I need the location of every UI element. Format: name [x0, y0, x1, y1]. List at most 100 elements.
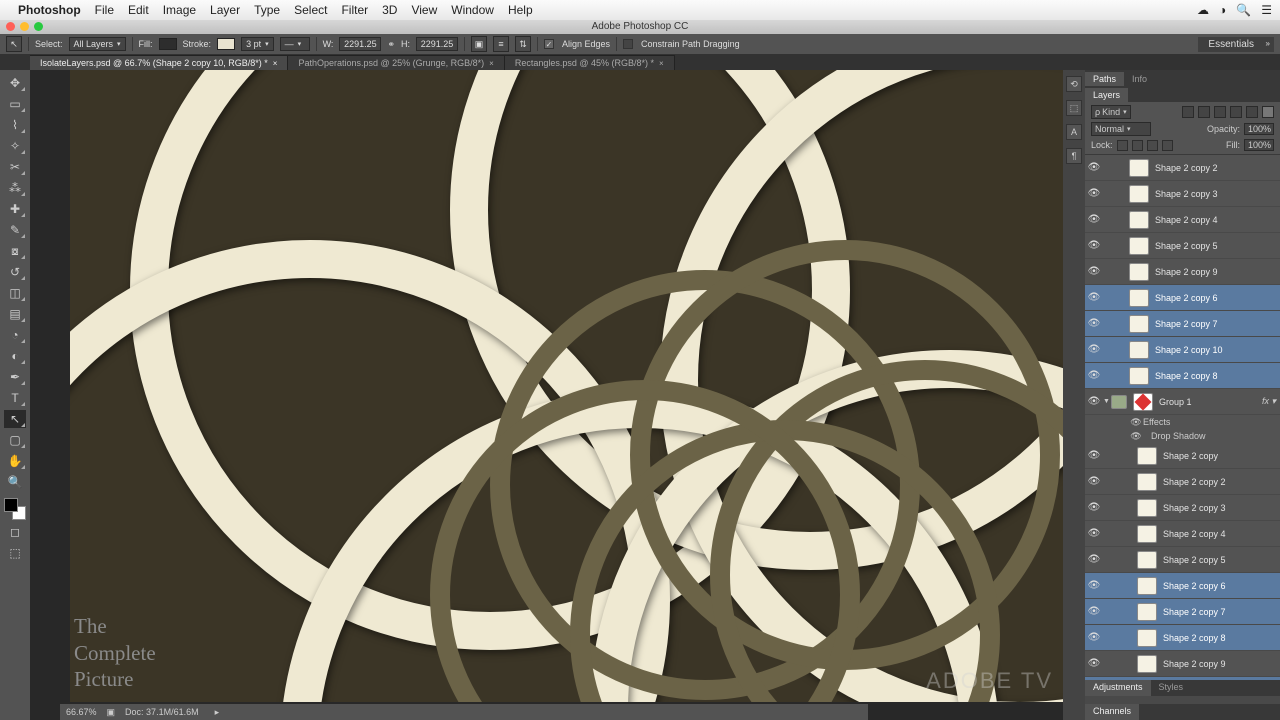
eraser-tool[interactable]: ◫: [4, 284, 26, 302]
layer-thumbnail[interactable]: [1137, 473, 1157, 491]
app-menu[interactable]: Photoshop: [18, 3, 81, 17]
align-edges-checkbox[interactable]: ✓: [544, 39, 554, 49]
layer-name[interactable]: Shape 2 copy 7: [1163, 607, 1226, 617]
layer-row[interactable]: 👁Shape 2 copy 6: [1085, 573, 1280, 599]
layer-name[interactable]: Shape 2 copy 8: [1155, 371, 1218, 381]
layer-name[interactable]: Shape 2 copy 4: [1155, 215, 1218, 225]
workspace-switcher[interactable]: Essentials: [1198, 37, 1274, 52]
height-field[interactable]: 2291.25: [416, 37, 458, 51]
character-panel-icon[interactable]: A: [1066, 124, 1082, 140]
layer-row[interactable]: 👁Shape 2 copy 3: [1085, 495, 1280, 521]
layer-row[interactable]: 👁Shape 2 copy 10: [1085, 677, 1280, 680]
filter-toggle-icon[interactable]: [1262, 106, 1274, 118]
screenmode-toggle[interactable]: ⬚: [4, 544, 26, 562]
layer-row[interactable]: 👁Shape 2 copy 10: [1085, 337, 1280, 363]
menu-type[interactable]: Type: [254, 3, 280, 17]
visibility-toggle-icon[interactable]: 👁: [1085, 370, 1103, 381]
layer-name[interactable]: Shape 2 copy 9: [1155, 267, 1218, 277]
fill-swatch[interactable]: [159, 38, 177, 50]
layer-name[interactable]: Shape 2 copy 9: [1163, 659, 1226, 669]
close-icon[interactable]: ×: [273, 59, 278, 68]
close-icon[interactable]: ×: [489, 59, 494, 68]
hand-tool[interactable]: ✋: [4, 452, 26, 470]
filter-kind-dropdown[interactable]: ρKind: [1091, 105, 1131, 119]
document-canvas[interactable]: The Complete Picture ADOBE TV: [70, 70, 1063, 702]
styles-tab[interactable]: Styles: [1151, 680, 1192, 696]
layer-thumbnail[interactable]: [1129, 237, 1149, 255]
path-operations-icon[interactable]: ▣: [471, 36, 487, 52]
filter-adjust-icon[interactable]: [1198, 106, 1210, 118]
layer-thumbnail[interactable]: [1137, 577, 1157, 595]
maximize-window-icon[interactable]: [34, 22, 43, 31]
filter-pixel-icon[interactable]: [1182, 106, 1194, 118]
foreground-background-colors[interactable]: [4, 498, 26, 520]
preview-toggle-icon[interactable]: ▣: [107, 707, 116, 718]
visibility-toggle-icon[interactable]: 👁: [1085, 476, 1103, 487]
menu-3d[interactable]: 3D: [382, 3, 397, 17]
lock-transparency-icon[interactable]: [1117, 140, 1128, 151]
visibility-toggle-icon[interactable]: 👁: [1085, 632, 1103, 643]
layer-thumbnail[interactable]: [1129, 211, 1149, 229]
layer-row[interactable]: 👁Shape 2 copy 4: [1085, 207, 1280, 233]
visibility-toggle-icon[interactable]: 👁: [1085, 502, 1103, 513]
layer-name[interactable]: Shape 2 copy 2: [1163, 477, 1226, 487]
properties-panel-icon[interactable]: ⬚: [1066, 100, 1082, 116]
visibility-toggle-icon[interactable]: 👁: [1085, 240, 1103, 251]
constrain-checkbox[interactable]: [623, 39, 633, 49]
visibility-toggle-icon[interactable]: 👁: [1085, 266, 1103, 277]
history-panel-icon[interactable]: ⟲: [1066, 76, 1082, 92]
layer-thumbnail[interactable]: [1137, 629, 1157, 647]
paragraph-panel-icon[interactable]: ¶: [1066, 148, 1082, 164]
layer-row[interactable]: 👁Shape 2 copy 4: [1085, 521, 1280, 547]
history-brush-tool[interactable]: ↺: [4, 263, 26, 281]
layer-row[interactable]: 👁Shape 2 copy 8: [1085, 625, 1280, 651]
visibility-toggle-icon[interactable]: 👁: [1085, 658, 1103, 669]
crop-tool[interactable]: ✂: [4, 158, 26, 176]
type-tool[interactable]: T: [4, 389, 26, 407]
blur-tool[interactable]: ◔: [4, 326, 26, 344]
quickmask-toggle[interactable]: ◻: [4, 523, 26, 541]
menu-help[interactable]: Help: [508, 3, 533, 17]
pen-tool[interactable]: ✒: [4, 368, 26, 386]
layer-thumbnail[interactable]: [1137, 447, 1157, 465]
visibility-toggle-icon[interactable]: 👁: [1085, 554, 1103, 565]
layer-name[interactable]: Shape 2 copy 4: [1163, 529, 1226, 539]
path-selection-tool[interactable]: ↖: [4, 410, 26, 428]
document-tab[interactable]: PathOperations.psd @ 25% (Grunge, RGB/8*…: [288, 55, 504, 70]
layer-thumbnail[interactable]: [1137, 655, 1157, 673]
path-alignment-icon[interactable]: ≡: [493, 36, 509, 52]
document-tab[interactable]: Rectangles.psd @ 45% (RGB/8*) *×: [505, 55, 675, 70]
menu-view[interactable]: View: [411, 3, 437, 17]
link-wh-icon[interactable]: ⚭: [387, 39, 395, 50]
doc-size-readout[interactable]: Doc: 37.1M/61.6M: [125, 707, 199, 717]
opacity-field[interactable]: 100%: [1244, 123, 1274, 135]
stamp-tool[interactable]: ⧇: [4, 242, 26, 260]
status-menu-icon[interactable]: ▸: [215, 707, 220, 718]
disclosure-arrow-icon[interactable]: ▼: [1103, 398, 1111, 405]
shape-tool[interactable]: ▢: [4, 431, 26, 449]
magic-wand-tool[interactable]: ✧: [4, 137, 26, 155]
menu-edit[interactable]: Edit: [128, 3, 149, 17]
menu-window[interactable]: Window: [451, 3, 494, 17]
layer-thumbnail[interactable]: [1129, 185, 1149, 203]
layer-thumbnail[interactable]: [1129, 159, 1149, 177]
layer-thumbnail[interactable]: [1137, 525, 1157, 543]
gradient-tool[interactable]: ▤: [4, 305, 26, 323]
lock-pixels-icon[interactable]: [1132, 140, 1143, 151]
layer-name[interactable]: Shape 2 copy 7: [1155, 319, 1218, 329]
marquee-tool[interactable]: ▭: [4, 95, 26, 113]
layer-thumbnail[interactable]: [1129, 367, 1149, 385]
search-icon[interactable]: 🔍: [1236, 3, 1251, 17]
effects-row[interactable]: 👁Effects: [1085, 415, 1280, 429]
visibility-toggle-icon[interactable]: 👁: [1085, 162, 1103, 173]
visibility-toggle-icon[interactable]: 👁: [1085, 318, 1103, 329]
layer-name[interactable]: Group 1: [1159, 397, 1192, 407]
layer-row[interactable]: 👁 Shape 2 copy 9: [1085, 651, 1280, 677]
layer-row[interactable]: 👁Shape 2 copy 5: [1085, 547, 1280, 573]
close-window-icon[interactable]: [6, 22, 15, 31]
layer-row[interactable]: 👁 Shape 2 copy 8: [1085, 363, 1280, 389]
visibility-toggle-icon[interactable]: 👁: [1085, 450, 1103, 461]
stroke-swatch[interactable]: [217, 38, 235, 50]
layer-thumbnail[interactable]: [1137, 499, 1157, 517]
layer-row[interactable]: 👁Shape 2 copy 2: [1085, 155, 1280, 181]
